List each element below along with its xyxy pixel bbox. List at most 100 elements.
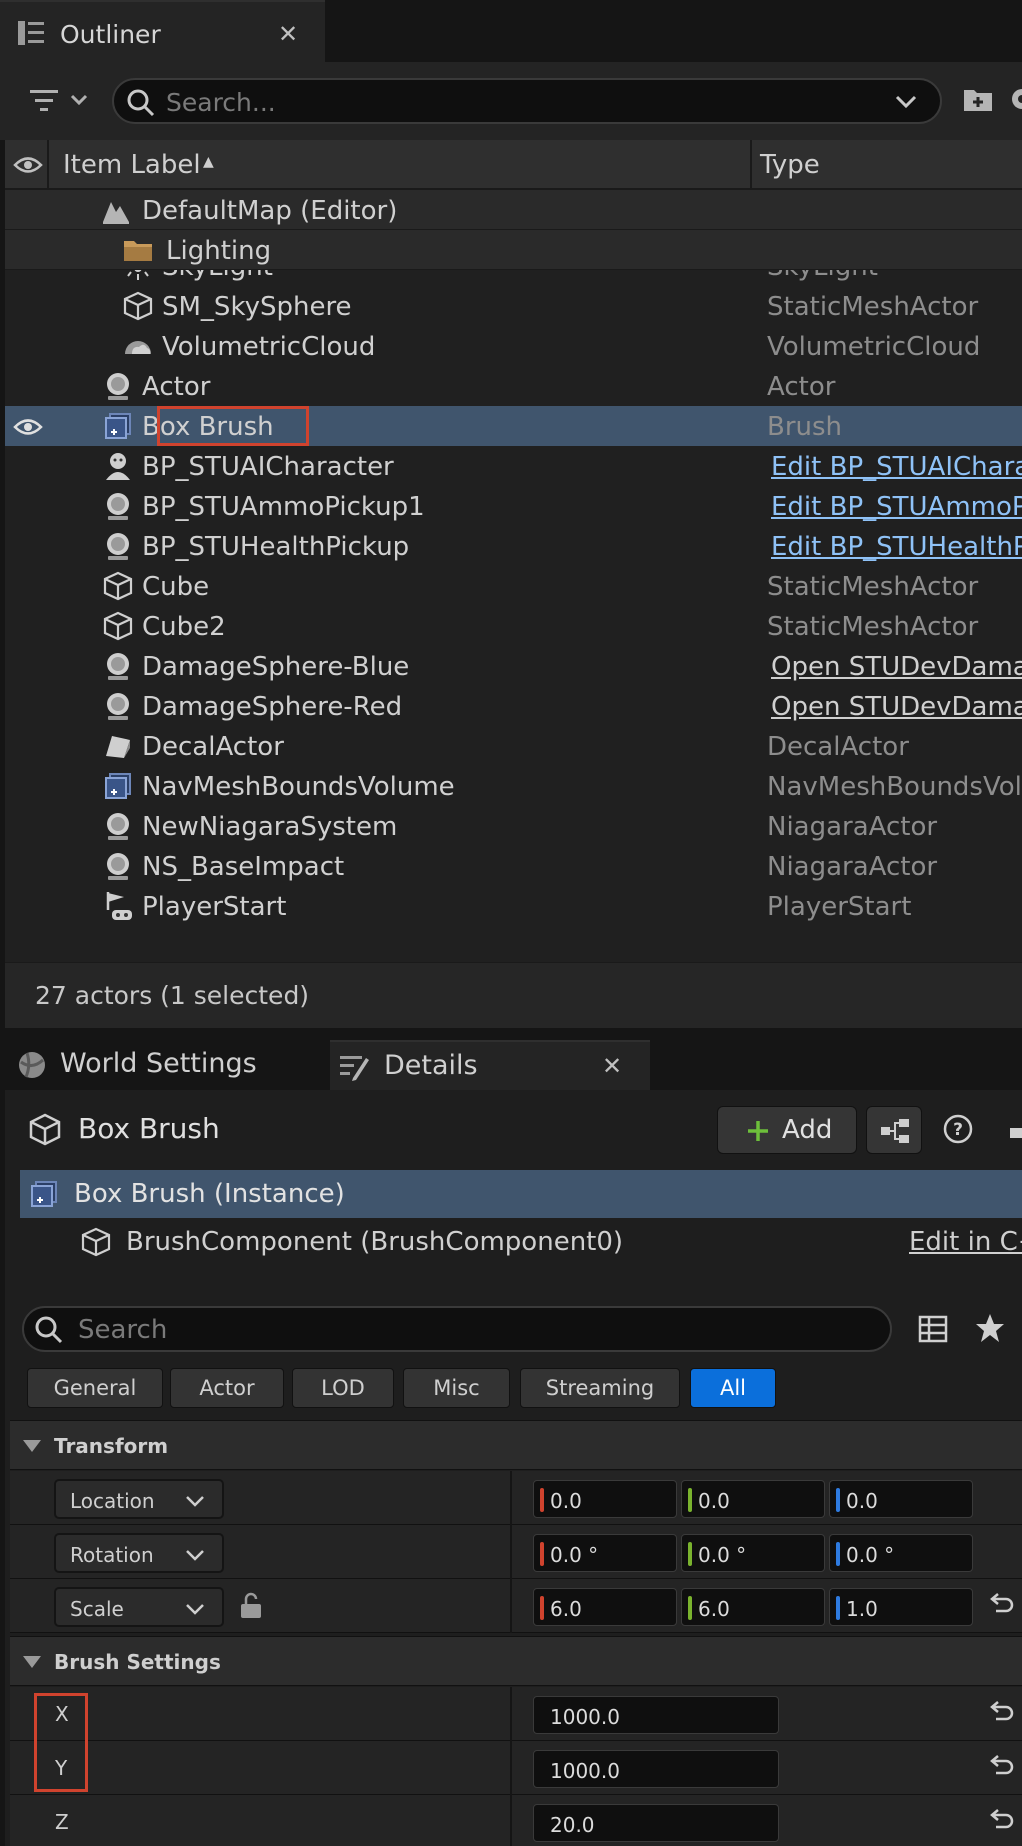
axis-color-bar <box>688 1542 692 1566</box>
sort-ascending-icon[interactable]: ▲ <box>203 154 214 170</box>
column-type[interactable]: Type <box>760 150 820 180</box>
favorite-star-icon[interactable] <box>974 1312 1006 1344</box>
add-component-button[interactable]: Add <box>717 1106 857 1154</box>
tree-row-type: VolumetricCloud <box>767 332 981 362</box>
component-row-instance[interactable]: Box Brush (Instance) <box>20 1170 1022 1218</box>
chevron-down-icon[interactable] <box>894 92 918 112</box>
section-brush-settings[interactable]: Brush Settings <box>10 1636 1022 1686</box>
tree-row[interactable]: SM_SkySphere StaticMeshActor <box>5 286 1022 326</box>
settings-gear-icon[interactable] <box>1008 84 1022 114</box>
axis-color-bar <box>540 1596 544 1620</box>
tree-row-label: VolumetricCloud <box>162 332 376 362</box>
filter-icon[interactable] <box>28 86 94 116</box>
component-row-brush[interactable]: BrushComponent (BrushComponent0) Edit in… <box>20 1218 1022 1266</box>
outliner-tree: SkyAtmosphereSkyAtmosphereSkyLightSkyLig… <box>5 190 1022 962</box>
brush-z-field[interactable]: 20.0 <box>533 1804 779 1842</box>
add-folder-icon[interactable] <box>962 84 994 114</box>
visibility-eye-icon[interactable] <box>13 416 43 438</box>
tab-details[interactable]: Details ✕ <box>330 1040 650 1090</box>
tree-row[interactable]: Cube2 StaticMeshActor <box>5 606 1022 646</box>
tree-row[interactable]: BP_STUHealthPickup Edit BP_STUHealthPicku… <box>5 526 1022 566</box>
filter-actor[interactable]: Actor <box>170 1368 284 1408</box>
filter-misc[interactable]: Misc <box>403 1368 510 1408</box>
tab-world-settings[interactable]: World Settings <box>5 1040 325 1090</box>
filter-general[interactable]: General <box>27 1368 163 1408</box>
field-value: 20.0 <box>550 1813 595 1837</box>
transform-mode-dropdown[interactable]: Location <box>54 1479 224 1519</box>
tree-row-map[interactable]: DefaultMap (Editor) <box>5 190 1022 230</box>
section-transform[interactable]: Transform <box>10 1420 1022 1470</box>
brush-row-x: X 1000.0 <box>10 1687 1022 1741</box>
tree-row[interactable]: NS_BaseImpact NiagaraActor <box>5 846 1022 886</box>
visibility-eye-icon[interactable] <box>13 154 43 176</box>
transform-y-field[interactable]: 6.0 <box>681 1588 825 1626</box>
tree-row[interactable]: Actor Actor <box>5 366 1022 406</box>
tree-row[interactable]: BP_STUAICharacter Edit BP_STUAICharacter <box>5 446 1022 486</box>
map-icon <box>100 194 132 226</box>
folder-icon <box>122 234 154 266</box>
transform-x-field[interactable]: 0.0 <box>533 1480 677 1518</box>
table-view-icon[interactable] <box>918 1314 948 1344</box>
tree-row[interactable]: Cube StaticMeshActor <box>5 566 1022 606</box>
chevron-down-icon <box>184 1547 206 1563</box>
blueprint-hierarchy-button[interactable] <box>866 1106 922 1154</box>
edit-in-cpp-link[interactable]: Edit in C++ <box>909 1227 1022 1257</box>
tree-row[interactable]: Box Brush Brush <box>5 406 1022 446</box>
transform-mode-dropdown[interactable]: Scale <box>54 1587 224 1627</box>
tree-row[interactable]: VolumetricCloud VolumetricCloud <box>5 326 1022 366</box>
tree-row[interactable]: DamageSphere-Red Open STUDevDamageActor <box>5 686 1022 726</box>
axis-color-bar <box>688 1596 692 1620</box>
transform-x-field[interactable]: 6.0 <box>533 1588 677 1626</box>
outliner-tab-title: Outliner <box>60 20 161 49</box>
brush-y-field[interactable]: 1000.0 <box>533 1750 779 1788</box>
column-split <box>510 1471 512 1525</box>
tree-row[interactable]: DecalActor DecalActor <box>5 726 1022 766</box>
details-search-input[interactable]: Search <box>22 1306 892 1352</box>
tree-row-label: PlayerStart <box>142 892 287 922</box>
transform-z-field[interactable]: 0.0 <box>829 1480 973 1518</box>
lock-icon[interactable] <box>1010 1122 1022 1142</box>
tree-row-type-link[interactable]: Edit BP_STUAmmoPickup <box>771 492 1022 522</box>
collapse-triangle-icon <box>22 1655 42 1669</box>
close-icon[interactable]: ✕ <box>278 20 298 48</box>
transform-z-field[interactable]: 0.0 ° <box>829 1534 973 1572</box>
tree-row-folder[interactable]: Lighting <box>5 230 1022 270</box>
filter-lod[interactable]: LOD <box>292 1368 394 1408</box>
tree-row-type-link[interactable]: Edit BP_STUHealthPickup <box>771 532 1022 562</box>
tree-row-label: DecalActor <box>142 732 284 762</box>
help-icon[interactable]: ? <box>943 1114 973 1144</box>
tree-row-label: DefaultMap (Editor) <box>142 196 398 226</box>
field-value: 1000.0 <box>550 1705 620 1729</box>
transform-y-field[interactable]: 0.0 ° <box>681 1534 825 1572</box>
tree-row[interactable]: BP_STUAmmoPickup1 Edit BP_STUAmmoPickup <box>5 486 1022 526</box>
unlock-icon[interactable] <box>239 1592 263 1620</box>
transform-z-field[interactable]: 1.0 <box>829 1588 973 1626</box>
tree-row-type-link[interactable]: Open STUDevDamageActor <box>771 692 1022 722</box>
tree-row-type: NiagaraActor <box>767 812 938 842</box>
brush-x-field[interactable]: 1000.0 <box>533 1696 779 1734</box>
tree-row[interactable]: PlayerStart PlayerStart <box>5 886 1022 926</box>
close-icon[interactable]: ✕ <box>602 1052 622 1080</box>
reset-to-default-icon[interactable] <box>988 1701 1014 1725</box>
transform-y-field[interactable]: 0.0 <box>681 1480 825 1518</box>
tree-row[interactable]: DamageSphere-Blue Open STUDevDamageActor <box>5 646 1022 686</box>
reset-to-default-icon[interactable] <box>988 1755 1014 1779</box>
tree-row-type: DecalActor <box>767 732 909 762</box>
tree-row[interactable]: NavMeshBoundsVolume NavMeshBoundsVolume <box>5 766 1022 806</box>
tree-row-type-link[interactable]: Edit BP_STUAICharacter <box>771 452 1022 482</box>
plus-icon <box>746 1119 770 1143</box>
outliner-search-input[interactable]: Search... <box>112 78 942 124</box>
tree-row-type-link[interactable]: Open STUDevDamageActor <box>771 652 1022 682</box>
tab-outliner[interactable]: Outliner ✕ <box>0 0 325 62</box>
transform-mode-dropdown[interactable]: Rotation <box>54 1533 224 1573</box>
axis-color-bar <box>688 1488 692 1512</box>
column-item-label[interactable]: Item Label <box>63 150 201 180</box>
transform-x-field[interactable]: 0.0 ° <box>533 1534 677 1572</box>
tree-row[interactable]: NewNiagaraSystem NiagaraActor <box>5 806 1022 846</box>
reset-to-default-icon[interactable] <box>988 1593 1014 1617</box>
tree-row-type: NiagaraActor <box>767 852 938 882</box>
filter-streaming[interactable]: Streaming <box>520 1368 680 1408</box>
actor-icon <box>102 850 134 882</box>
reset-to-default-icon[interactable] <box>988 1809 1014 1833</box>
filter-all[interactable]: All <box>690 1368 776 1408</box>
